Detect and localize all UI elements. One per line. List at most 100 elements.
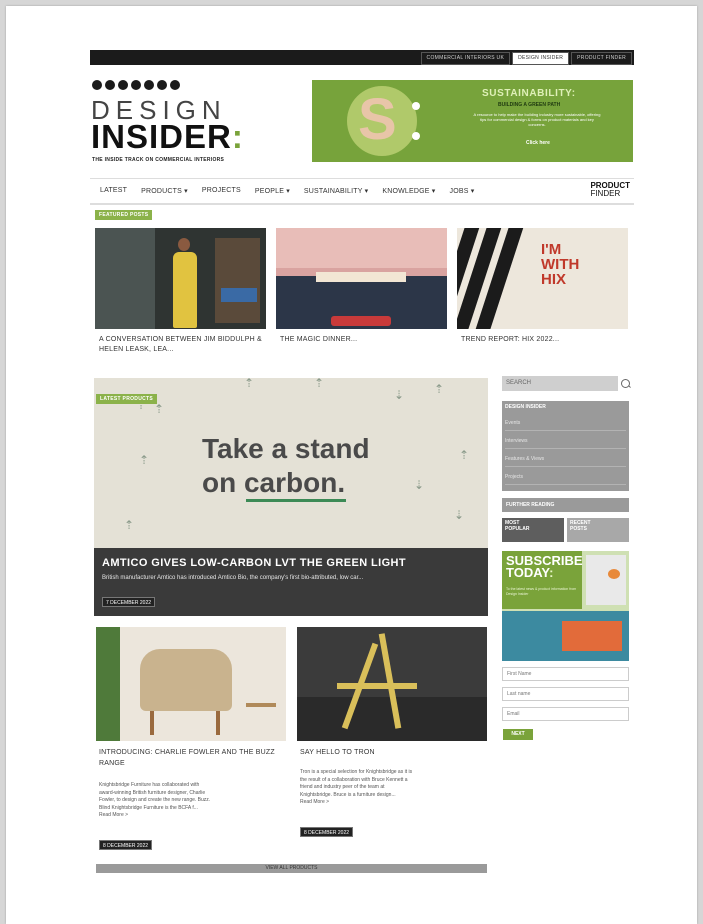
hero-underline bbox=[246, 499, 346, 502]
tree-icon: ⇡ bbox=[154, 402, 165, 416]
product-body-line: award-winning British furniture designer… bbox=[99, 789, 206, 796]
photo-chair-leg bbox=[216, 711, 220, 735]
further-reading-heading: FURTHER READING bbox=[502, 498, 629, 512]
view-all-products-button[interactable]: VIEW ALL PRODUCTS bbox=[96, 864, 487, 873]
subscribe-colon: : bbox=[549, 565, 554, 580]
logo-insider-text[interactable]: INSIDER: bbox=[91, 118, 244, 156]
featured-caption[interactable]: A CONVERSATION BETWEEN JIM BIDDULPH & HE… bbox=[99, 335, 269, 355]
last-name-field[interactable]: Last name bbox=[502, 687, 629, 701]
photo-person-dress bbox=[173, 252, 197, 328]
product-title[interactable]: INTRODUCING: CHARLIE FOWLER AND THE BUZZ… bbox=[99, 747, 284, 769]
sidebar-item-projects[interactable]: Projects bbox=[505, 471, 626, 485]
top-link-design-insider[interactable]: DESIGN INSIDER bbox=[512, 52, 570, 65]
email-icon[interactable] bbox=[170, 80, 180, 90]
subscribe-body: To the latest news & product information… bbox=[506, 587, 577, 596]
nav-item-projects[interactable]: PROJECTS bbox=[202, 187, 241, 195]
latest-products-label: LATEST PRODUCTS bbox=[96, 394, 158, 404]
product-title[interactable]: SAY HELLO TO TRON bbox=[300, 747, 485, 758]
tree-icon: ⇡ bbox=[139, 453, 150, 467]
nav-item-latest[interactable]: LATEST bbox=[100, 187, 127, 195]
sidebar-item-interviews[interactable]: Interviews bbox=[505, 435, 626, 449]
banner-title: SUSTAINABILITY: bbox=[482, 88, 576, 99]
product-finder-bottom: FINDER bbox=[590, 189, 621, 198]
linkedin-icon[interactable] bbox=[118, 80, 128, 90]
logo-colon: : bbox=[231, 118, 244, 155]
twitter-icon[interactable] bbox=[105, 80, 115, 90]
subscribe-panel[interactable]: SUBSCRIBE TODAY: To the latest news & pr… bbox=[502, 551, 629, 661]
instagram-icon[interactable] bbox=[131, 80, 141, 90]
photo-armchair bbox=[140, 649, 232, 711]
photo-ceiling bbox=[276, 228, 447, 268]
product-body-line: Blind Knightsbridge Furniture is the BCF… bbox=[99, 804, 198, 811]
sustainability-banner[interactable]: S SUSTAINABILITY: BUILDING A GREEN PATH … bbox=[312, 80, 633, 162]
main-nav: LATEST PRODUCTS ▾ PROJECTS PEOPLE ▾ SUST… bbox=[90, 178, 634, 205]
tab-label: POPULAR bbox=[505, 526, 530, 532]
photo-orange-chair bbox=[608, 569, 620, 579]
product-body: Tron is a special selection for Knightsb… bbox=[300, 769, 485, 807]
design-insider-heading: DESIGN INSIDER bbox=[505, 404, 546, 410]
hero-desc: British manufacturer Amtico has introduc… bbox=[102, 575, 364, 581]
featured-photo-conversation[interactable] bbox=[95, 228, 266, 329]
photo-sign-text: I'M WITH HIX bbox=[541, 241, 580, 288]
product-body-line: the result of a collaboration with Bruce… bbox=[300, 776, 408, 783]
tree-icon: ⇣ bbox=[414, 478, 425, 492]
banner-click-button[interactable]: Click here bbox=[526, 140, 550, 146]
hero-date: 7 DECEMBER 2022 bbox=[102, 597, 156, 607]
product-body-line: Tron is a special selection for Knightsb… bbox=[300, 769, 413, 775]
tab-label: POSTS bbox=[570, 526, 587, 532]
nav-item-jobs[interactable]: JOBS ▾ bbox=[450, 187, 475, 195]
nav-item-people[interactable]: PEOPLE ▾ bbox=[255, 187, 290, 195]
banner-subtitle: BUILDING A GREEN PATH bbox=[498, 102, 561, 108]
photo-table bbox=[316, 272, 406, 282]
youtube-icon[interactable] bbox=[157, 80, 167, 90]
photo-wall bbox=[95, 228, 155, 329]
design-insider-menu: DESIGN INSIDER Events Interviews Feature… bbox=[502, 401, 629, 491]
tab-most-popular[interactable]: MOST POPULAR bbox=[502, 518, 564, 542]
sidebar-item-events[interactable]: Events bbox=[505, 417, 626, 431]
nav-item-products[interactable]: PRODUCTS ▾ bbox=[141, 187, 188, 195]
photo-red-chair bbox=[331, 316, 391, 326]
hero-line-2: on carbon. bbox=[202, 467, 346, 498]
next-button[interactable]: NEXT bbox=[503, 729, 533, 740]
logo-tagline: THE INSIDE TRACK ON COMMERCIAL INTERIORS bbox=[92, 157, 225, 163]
facebook-icon[interactable] bbox=[92, 80, 102, 90]
tree-icon: ⇣ bbox=[454, 508, 465, 522]
tree-icon: ⇡ bbox=[124, 518, 135, 532]
photo-chair-leg bbox=[150, 711, 154, 735]
top-bar: COMMERCIAL INTERIORS UK DESIGN INSIDER P… bbox=[90, 50, 634, 65]
search-icon[interactable] bbox=[621, 379, 630, 388]
hero-headline: Take a stand on carbon. bbox=[202, 432, 370, 500]
product-photo-chair[interactable] bbox=[96, 627, 286, 741]
product-date: 8 DECEMBER 2022 bbox=[99, 840, 153, 850]
tab-recent-posts[interactable]: RECENT POSTS bbox=[567, 518, 629, 542]
top-link-commercial-interiors[interactable]: COMMERCIAL INTERIORS UK bbox=[420, 52, 511, 65]
subscribe-photo-office bbox=[502, 611, 629, 661]
product-body: Knightsbridge Furniture has collaborated… bbox=[99, 782, 284, 820]
product-body-line: Knightsbridge. Bruce is a furniture desi… bbox=[300, 791, 396, 798]
nav-item-knowledge[interactable]: KNOWLEDGE ▾ bbox=[382, 187, 435, 195]
photo-office-people bbox=[562, 621, 622, 651]
tree-icon: ⇡ bbox=[459, 448, 470, 462]
first-name-field[interactable]: First Name bbox=[502, 667, 629, 681]
subscribe-line-2: TODAY: bbox=[506, 565, 583, 580]
read-more-link[interactable]: Read More > bbox=[99, 812, 284, 820]
product-finder-logo[interactable]: PRODUCT FINDER bbox=[590, 182, 630, 198]
featured-photo-hix[interactable]: I'M WITH HIX bbox=[457, 228, 628, 329]
featured-caption[interactable]: THE MAGIC DINNER... bbox=[280, 335, 445, 345]
photo-chair-seat bbox=[337, 683, 417, 689]
tree-icon: ⇣ bbox=[394, 388, 405, 402]
top-link-product-finder[interactable]: PRODUCT FINDER bbox=[571, 52, 632, 65]
pinterest-icon[interactable] bbox=[144, 80, 154, 90]
search-input[interactable]: SEARCH bbox=[502, 376, 618, 391]
featured-photo-magic-dinner[interactable] bbox=[276, 228, 447, 329]
product-title-line: INTRODUCING: CHARLIE FOWLER AND THE BUZZ bbox=[99, 749, 275, 756]
read-more-link[interactable]: Read More > bbox=[300, 799, 485, 807]
hero-title[interactable]: AMTICO GIVES LOW-CARBON LVT THE GREEN LI… bbox=[102, 557, 406, 569]
nav-item-sustainability[interactable]: SUSTAINABILITY ▾ bbox=[304, 187, 368, 195]
product-photo-tron[interactable] bbox=[297, 627, 487, 741]
email-field[interactable]: Email bbox=[502, 707, 629, 721]
featured-caption[interactable]: TREND REPORT: HIX 2022... bbox=[461, 335, 626, 345]
tree-icon: ⇡ bbox=[244, 378, 255, 390]
product-body-line: friend and industry peer of the team at bbox=[300, 784, 385, 790]
sidebar-item-features[interactable]: Features & Views bbox=[505, 453, 626, 467]
